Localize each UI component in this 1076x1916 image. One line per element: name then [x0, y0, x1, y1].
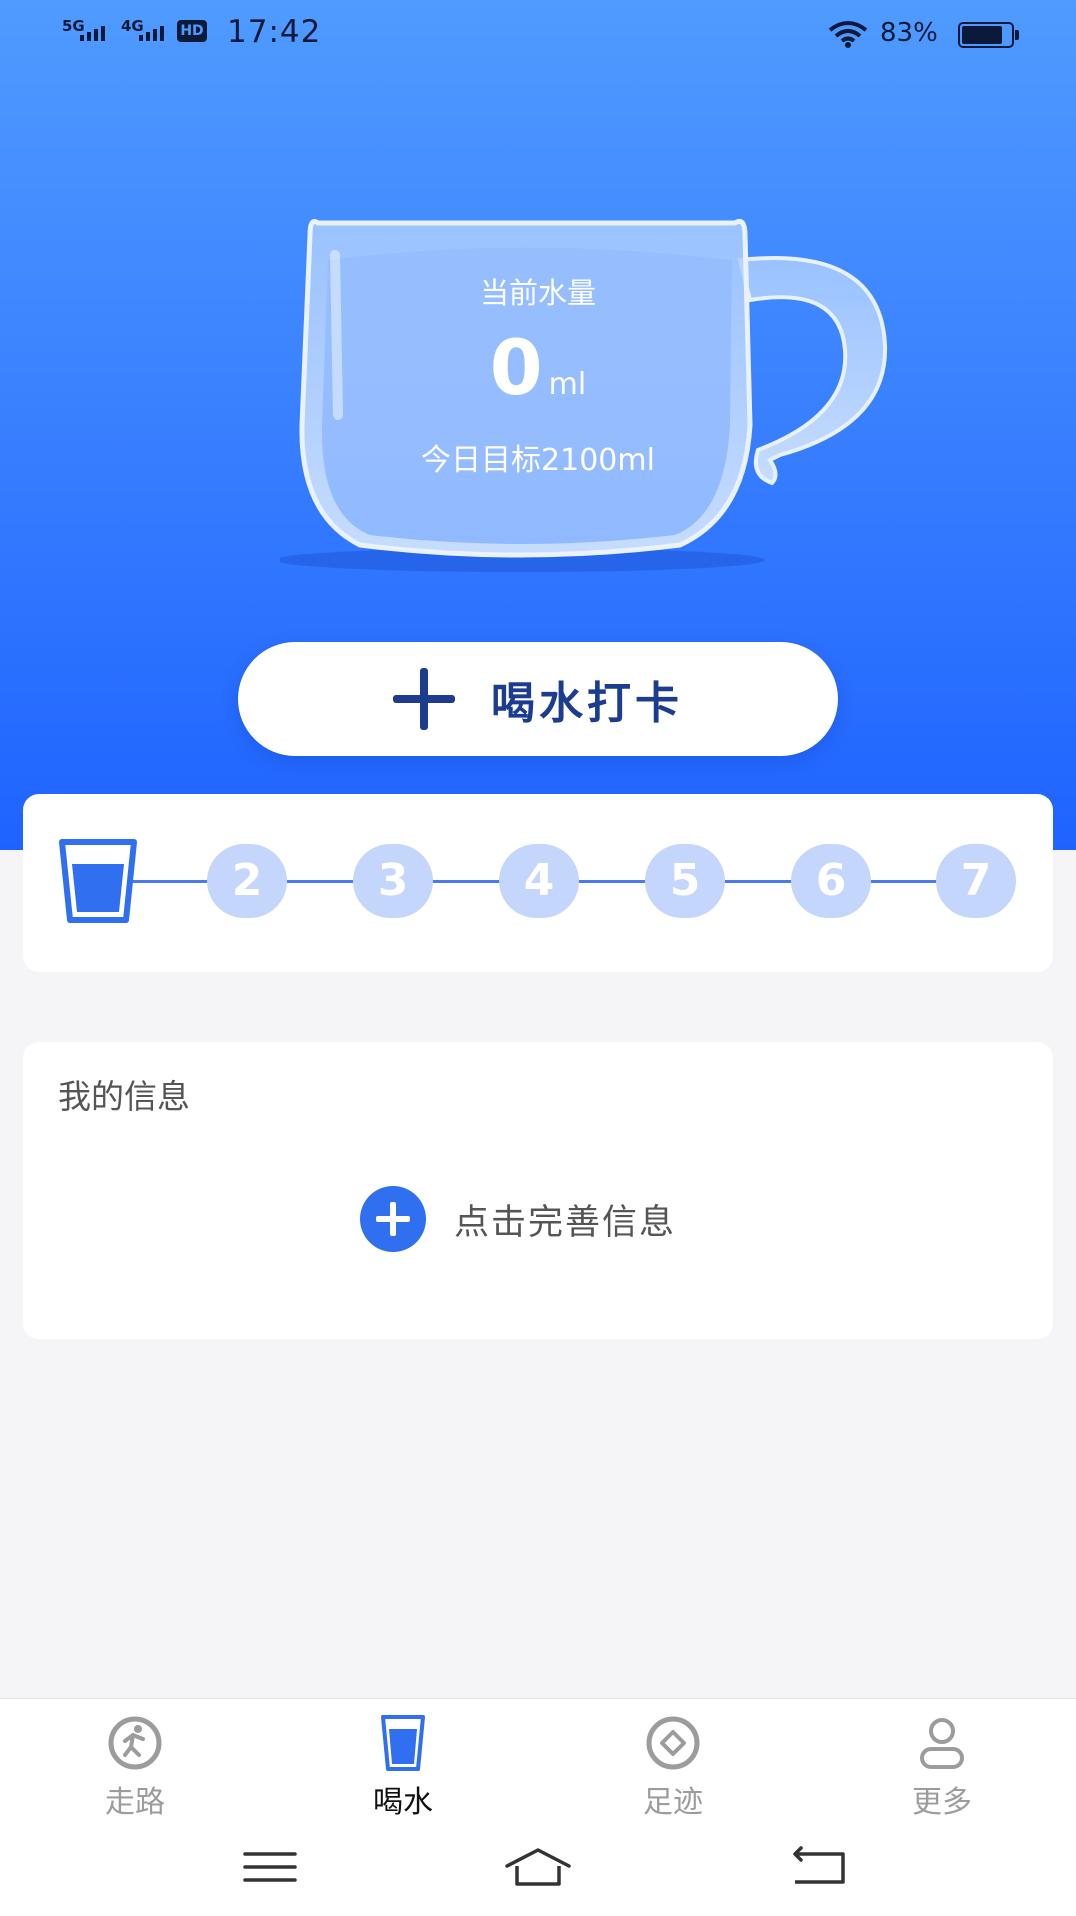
tab-more[interactable]: 更多 — [872, 1715, 1012, 1821]
my-info-title: 我的信息 — [58, 1077, 190, 1116]
drink-progress-card: 2 3 4 5 6 7 — [23, 794, 1053, 972]
signal-bars-icon — [139, 26, 164, 41]
progress-step-7[interactable]: 7 — [936, 844, 1016, 918]
home-icon[interactable] — [503, 1844, 573, 1890]
progress-step-4[interactable]: 4 — [499, 844, 579, 918]
water-amount: 0 — [489, 323, 543, 412]
hd-badge: HD — [177, 20, 207, 42]
current-water-value: 0 ml — [300, 330, 776, 406]
daily-goal-label: 今日目标2100ml — [421, 443, 655, 478]
footprint-icon — [646, 1716, 700, 1770]
person-icon — [920, 1718, 964, 1769]
tab-walk-label: 走路 — [105, 1785, 165, 1820]
menu-icon[interactable] — [235, 1844, 305, 1890]
walk-icon — [108, 1716, 162, 1770]
tab-drink[interactable]: 喝水 — [333, 1715, 473, 1821]
progress-step-3[interactable]: 3 — [353, 844, 433, 918]
tab-footprint-label: 足迹 — [643, 1785, 703, 1820]
current-water-label: 当前水量 — [479, 276, 596, 310]
status-bar: 5G 4G HD 17:42 83% — [0, 0, 1076, 70]
drink-checkin-button[interactable]: 喝水打卡 — [238, 642, 838, 756]
progress-step-2[interactable]: 2 — [207, 844, 287, 918]
tab-footprint[interactable]: 足迹 — [603, 1715, 743, 1821]
progress-step-6[interactable]: 6 — [791, 844, 871, 918]
cup-icon — [59, 839, 137, 923]
battery-percent: 83% — [880, 18, 938, 48]
back-icon[interactable] — [785, 1844, 855, 1890]
complete-info-label: 点击完善信息 — [454, 1202, 677, 1243]
progress-step-5[interactable]: 5 — [645, 844, 725, 918]
tab-drink-label: 喝水 — [373, 1785, 433, 1820]
battery-icon — [958, 22, 1019, 48]
system-nav-bar — [0, 1818, 1076, 1916]
add-circle-icon — [360, 1186, 426, 1252]
tab-walk[interactable]: 走路 — [65, 1715, 205, 1821]
cup-icon — [381, 1715, 425, 1771]
wifi-icon — [828, 21, 868, 48]
my-info-card: 我的信息 点击完善信息 — [23, 1042, 1053, 1339]
water-unit: ml — [548, 367, 587, 402]
status-time: 17:42 — [227, 14, 322, 50]
signal-bars-icon — [80, 26, 105, 41]
tab-more-label: 更多 — [912, 1785, 972, 1820]
complete-info-button[interactable]: 点击完善信息 — [360, 1186, 676, 1252]
drink-checkin-label: 喝水打卡 — [491, 679, 683, 728]
plus-icon — [393, 668, 455, 730]
bottom-tab-bar: 走路 喝水 足迹 更多 — [0, 1698, 1076, 1821]
